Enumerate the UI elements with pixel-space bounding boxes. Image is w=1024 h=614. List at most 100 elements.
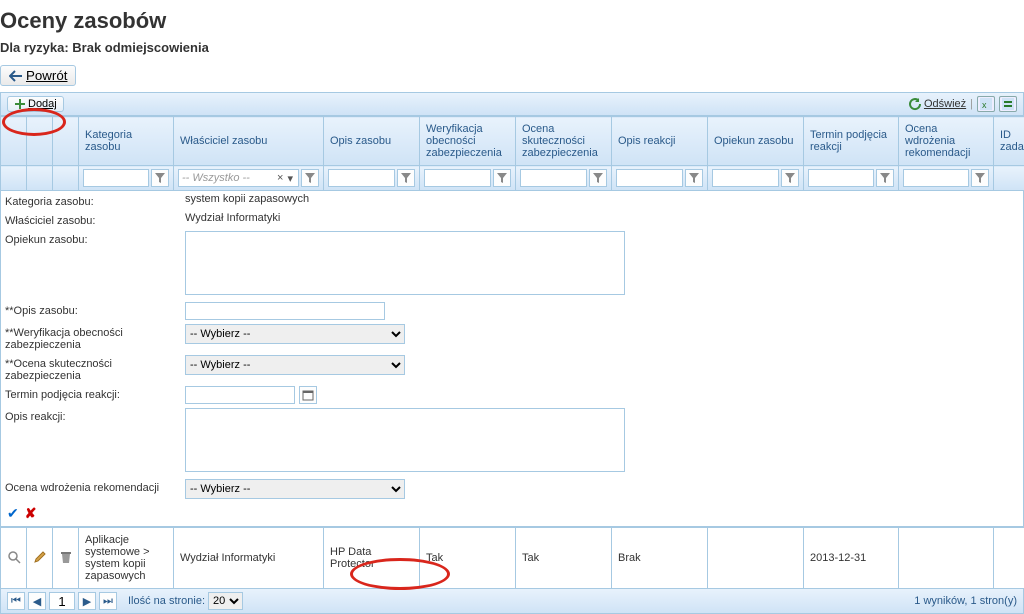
clear-icon[interactable]: × <box>275 172 285 184</box>
cell-ocena-sk: Tak <box>516 528 612 589</box>
cancel-button[interactable]: ✘ <box>25 505 37 522</box>
lbl-ocena-sk: **Ocena skuteczności zabezpieczenia <box>5 355 185 382</box>
csv-icon <box>1002 98 1014 110</box>
cell-wlasciciel: Wydział Informatyki <box>174 528 324 589</box>
pager-first[interactable]: ⏮ <box>7 592 25 610</box>
lbl-opis-reakcji: Opis reakcji: <box>5 408 185 423</box>
pager-prev[interactable]: ◀ <box>28 592 46 610</box>
refresh-icon <box>908 97 922 111</box>
col-kategoria[interactable]: Kategoria zasobu <box>79 117 174 166</box>
pager-perpage-select[interactable]: 20 <box>208 592 243 610</box>
trash-icon <box>59 550 73 564</box>
filter-ocena-wdr-btn[interactable] <box>971 169 989 187</box>
chevron-down-icon[interactable]: ▾ <box>285 172 295 185</box>
col-id[interactable]: ID zadania <box>994 117 1024 166</box>
refresh-button[interactable]: Odśwież <box>908 97 966 111</box>
weryf-select[interactable]: -- Wybierz -- <box>185 324 405 344</box>
filter-weryf[interactable] <box>424 169 491 187</box>
cell-opis: HP Data Protector <box>324 528 420 589</box>
grid-data: Aplikacje systemowe > system kopii zapas… <box>0 527 1024 589</box>
pager-perpage-label: Ilość na stronie: <box>128 595 205 607</box>
filter-ocena-sk-btn[interactable] <box>589 169 607 187</box>
opiekun-textarea[interactable] <box>185 231 625 295</box>
filter-opiekun-btn[interactable] <box>781 169 799 187</box>
col-wlasciciel[interactable]: Właściciel zasobu <box>174 117 324 166</box>
add-label: Dodaj <box>28 98 57 110</box>
filter-opis[interactable] <box>328 169 395 187</box>
back-button[interactable]: Powrót <box>0 65 76 86</box>
filter-termin-btn[interactable] <box>876 169 894 187</box>
table-row[interactable]: Aplikacje systemowe > system kopii zapas… <box>1 528 1024 589</box>
filter-wlasciciel-ph: -- Wszystko -- <box>182 172 275 184</box>
val-wlasciciel: Wydział Informatyki <box>185 212 1019 224</box>
filter-ocena-wdr[interactable] <box>903 169 969 187</box>
back-label: Powrót <box>26 68 67 83</box>
pager-page-input[interactable] <box>49 592 75 610</box>
col-opis-reakcji[interactable]: Opis reakcji <box>612 117 708 166</box>
filter-opis-btn[interactable] <box>397 169 415 187</box>
cell-opiekun <box>708 528 804 589</box>
funnel-icon <box>155 173 165 183</box>
filter-weryf-btn[interactable] <box>493 169 511 187</box>
calendar-icon <box>302 389 314 401</box>
col-ocena-skut[interactable]: Ocena skuteczności zabezpieczenia <box>516 117 612 166</box>
col-weryfikacja[interactable]: Weryfikacja obecności zabezpieczenia <box>420 117 516 166</box>
funnel-icon <box>785 173 795 183</box>
filter-opis-reakcji-btn[interactable] <box>685 169 703 187</box>
col-ocena-wdr[interactable]: Ocena wdrożenia rekomendacji <box>899 117 994 166</box>
col-termin[interactable]: Termin podjęcia reakcji <box>804 117 899 166</box>
page-title: Oceny zasobów <box>0 8 1024 34</box>
filter-kategoria[interactable] <box>83 169 149 187</box>
ocena-sk-select[interactable]: -- Wybierz -- <box>185 355 405 375</box>
export-excel-button[interactable]: x <box>977 96 995 112</box>
grid-header: Kategoria zasobu Właściciel zasobu Opis … <box>0 116 1024 191</box>
inline-edit-form: Kategoria zasobu:system kopii zapasowych… <box>0 191 1024 527</box>
filter-opis-reakcji[interactable] <box>616 169 683 187</box>
col-opis[interactable]: Opis zasobu <box>324 117 420 166</box>
add-button[interactable]: Dodaj <box>7 96 64 112</box>
funnel-icon <box>975 173 985 183</box>
termin-input[interactable] <box>185 386 295 404</box>
cell-kategoria: Aplikacje systemowe > system kopii zapas… <box>79 528 174 589</box>
delete-button[interactable] <box>59 555 73 567</box>
funnel-icon <box>689 173 699 183</box>
plus-icon <box>14 98 26 110</box>
filter-opiekun[interactable] <box>712 169 779 187</box>
edit-button[interactable] <box>33 555 47 567</box>
filter-wlasciciel-btn[interactable] <box>301 169 319 187</box>
cell-id <box>994 528 1024 589</box>
pencil-icon <box>33 550 47 564</box>
lbl-opis: **Opis zasobu: <box>5 302 185 317</box>
lbl-termin: Termin podjęcia reakcji: <box>5 386 185 401</box>
page-subtitle: Dla ryzyka: Brak odmiejscowienia <box>0 40 1024 55</box>
confirm-button[interactable]: ✔ <box>7 505 19 522</box>
col-opiekun[interactable]: Opiekun zasobu <box>708 117 804 166</box>
pager-last[interactable]: ⏭ <box>99 592 117 610</box>
lbl-weryf: **Weryfikacja obecności zabezpieczenia <box>5 324 185 351</box>
funnel-icon <box>593 173 603 183</box>
cell-weryf: Tak <box>420 528 516 589</box>
funnel-icon <box>401 173 411 183</box>
opis-input[interactable] <box>185 302 385 320</box>
refresh-label: Odśwież <box>924 98 966 110</box>
filter-ocena-sk[interactable] <box>520 169 587 187</box>
filter-wlasciciel-combo[interactable]: -- Wszystko --×▾ <box>178 169 299 187</box>
opis-reakcji-textarea[interactable] <box>185 408 625 472</box>
grid-toolbar: Dodaj Odśwież | x <box>0 92 1024 116</box>
cell-ocena-wdr <box>899 528 994 589</box>
lbl-opiekun: Opiekun zasobu: <box>5 231 185 246</box>
funnel-icon <box>880 173 890 183</box>
export-csv-button[interactable] <box>999 96 1017 112</box>
view-button[interactable] <box>7 555 21 567</box>
filter-termin[interactable] <box>808 169 874 187</box>
filter-kategoria-btn[interactable] <box>151 169 169 187</box>
pager-summary: 1 wyników, 1 stron(y) <box>914 595 1017 607</box>
cell-termin: 2013-12-31 <box>804 528 899 589</box>
pager-next[interactable]: ▶ <box>78 592 96 610</box>
arrow-left-icon <box>9 70 23 82</box>
lbl-ocena-wdr: Ocena wdrożenia rekomendacji <box>5 479 185 494</box>
calendar-button[interactable] <box>299 386 317 404</box>
ocena-wdr-select[interactable]: -- Wybierz -- <box>185 479 405 499</box>
cell-opis-reakcji: Brak <box>612 528 708 589</box>
excel-icon: x <box>980 98 992 110</box>
